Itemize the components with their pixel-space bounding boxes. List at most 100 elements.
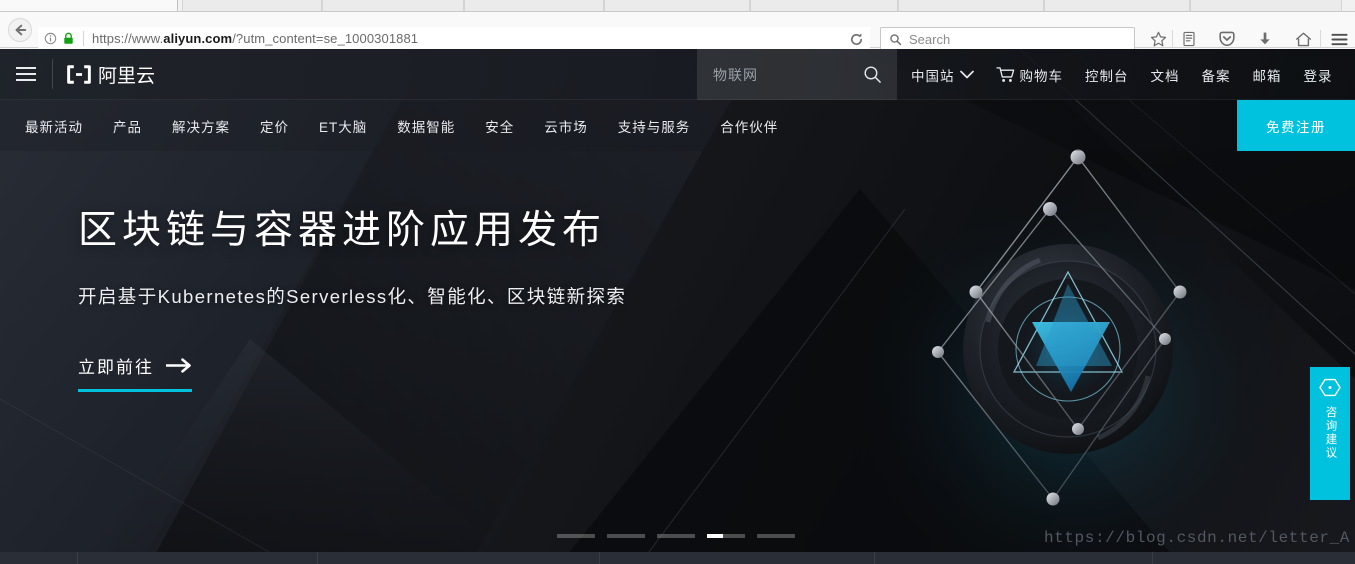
browser-toolbar: https://www.aliyun.com/?utm_content=se_1… — [0, 12, 1355, 51]
consult-hexagon-icon — [1319, 378, 1341, 397]
urlbar-separator — [83, 31, 84, 46]
header-item-label: 邮箱 — [1252, 68, 1282, 84]
next-section-strip — [0, 552, 1355, 564]
nav-item-label: 支持与服务 — [617, 119, 691, 135]
free-register-label: 免费注册 — [1266, 119, 1326, 135]
browser-tab[interactable] — [1044, 0, 1190, 11]
browser-tab[interactable] — [0, 0, 178, 11]
site-region-label: 中国站 — [911, 68, 955, 84]
downloads-button[interactable] — [1252, 27, 1278, 51]
hamburger-menu-button[interactable] — [0, 49, 52, 100]
url-text: https://www.aliyun.com/?utm_content=se_1… — [92, 31, 419, 46]
site-region-selector[interactable]: 中国站 — [900, 49, 985, 100]
browser-menu-button[interactable] — [1326, 27, 1352, 51]
site-search-placeholder: 物联网 — [713, 66, 758, 83]
next-section-cell — [78, 552, 318, 564]
next-section-cell — [0, 552, 78, 564]
browser-tab[interactable] — [898, 0, 1044, 11]
carousel-dot[interactable] — [557, 534, 595, 538]
library-icon — [1183, 31, 1195, 47]
bookmark-star-button[interactable] — [1145, 27, 1171, 51]
aliyun-bracket-icon — [67, 64, 91, 84]
browser-tab[interactable] — [1190, 0, 1342, 11]
bookmark-star-icon — [1150, 31, 1166, 46]
hero-cta-button[interactable]: 立即前往 — [78, 353, 192, 392]
header-item-login[interactable]: 登录 — [1293, 49, 1344, 100]
back-button[interactable] — [8, 18, 32, 42]
aliyun-triangle-logo-sphere — [932, 149, 1187, 506]
consult-widget-label: 咨询建议 — [1324, 406, 1337, 460]
browser-search-bar[interactable]: Search — [880, 27, 1135, 51]
nav-item-security[interactable]: 安全 — [470, 100, 529, 151]
next-section-cell — [318, 552, 600, 564]
aliyun-logo[interactable]: 阿里云 — [53, 61, 155, 88]
carousel-dot-active[interactable] — [707, 534, 745, 538]
site-nav-bar: 最新活动 产品 解决方案 定价 ET大脑 数据智能 安全 云市场 支持与服务 合… — [0, 100, 1355, 151]
nav-item-label: 最新活动 — [25, 119, 83, 135]
browser-tab-strip[interactable] — [0, 0, 1355, 12]
nav-item-latest-activity[interactable]: 最新活动 — [10, 100, 98, 151]
nav-item-label: 定价 — [260, 119, 289, 135]
header-item-icp[interactable]: 备案 — [1191, 49, 1242, 100]
nav-item-solutions[interactable]: 解决方案 — [157, 100, 245, 151]
toolbar-divider — [1172, 30, 1173, 48]
web-page-content: 阿里云 物联网 中国站 购物车 控制台 文档 备案 邮箱 登录 最新活动 产品 … — [0, 49, 1355, 564]
carousel-dot[interactable] — [657, 534, 695, 538]
nav-item-et-brain[interactable]: ET大脑 — [304, 100, 382, 151]
browser-tab[interactable] — [322, 0, 464, 11]
identity-box[interactable] — [38, 32, 75, 45]
pocket-icon — [1219, 31, 1235, 47]
header-item-label: 控制台 — [1085, 68, 1129, 84]
carousel-dot[interactable] — [757, 534, 795, 538]
reload-icon — [850, 33, 862, 45]
reload-button[interactable] — [843, 27, 869, 51]
nav-item-data-intelligence[interactable]: 数据智能 — [382, 100, 470, 151]
free-register-button[interactable]: 免费注册 — [1237, 100, 1355, 151]
home-button[interactable] — [1290, 27, 1316, 51]
nav-item-label: ET大脑 — [319, 119, 368, 135]
url-bar[interactable]: https://www.aliyun.com/?utm_content=se_1… — [38, 27, 870, 51]
nav-item-label: 安全 — [485, 119, 515, 135]
browser-tab[interactable] — [750, 0, 898, 11]
library-button[interactable] — [1176, 27, 1202, 51]
header-item-mail[interactable]: 邮箱 — [1242, 49, 1293, 100]
nav-item-pricing[interactable]: 定价 — [245, 100, 304, 151]
padlock-secure-icon — [64, 32, 73, 44]
nav-item-label: 数据智能 — [397, 119, 456, 135]
next-section-cell — [1153, 552, 1355, 564]
next-section-cell — [875, 552, 1153, 564]
consult-suggestion-widget[interactable]: 咨询建议 — [1310, 367, 1350, 500]
browser-tab[interactable] — [182, 0, 322, 11]
browser-tab[interactable] — [604, 0, 750, 11]
nav-item-label: 合作伙伴 — [720, 119, 779, 135]
site-search-box[interactable]: 物联网 — [697, 49, 897, 100]
nav-item-support[interactable]: 支持与服务 — [603, 100, 706, 151]
header-item-label: 登录 — [1303, 68, 1333, 84]
hero-artwork — [860, 144, 1280, 544]
carousel-indicators[interactable] — [557, 534, 795, 538]
header-item-label: 备案 — [1201, 68, 1231, 84]
nav-item-products[interactable]: 产品 — [98, 100, 157, 151]
chevron-down-icon — [959, 70, 974, 79]
carousel-dot[interactable] — [607, 534, 645, 538]
header-item-console[interactable]: 控制台 — [1074, 49, 1140, 100]
nav-item-marketplace[interactable]: 云市场 — [529, 100, 603, 151]
nav-item-label: 产品 — [113, 119, 142, 135]
home-icon — [1295, 32, 1311, 46]
info-icon — [44, 32, 57, 45]
toolbar-divider — [1320, 30, 1321, 48]
pocket-button[interactable] — [1214, 27, 1240, 51]
header-right-menu: 中国站 购物车 控制台 文档 备案 邮箱 登录 — [900, 49, 1344, 100]
back-arrow-icon — [15, 24, 27, 36]
menu-hamburger-icon — [1330, 33, 1348, 45]
browser-tab[interactable] — [464, 0, 604, 11]
header-item-docs[interactable]: 文档 — [1140, 49, 1191, 100]
site-header: 阿里云 物联网 中国站 购物车 控制台 文档 备案 邮箱 登录 — [0, 49, 1355, 100]
aliyun-logo-text: 阿里云 — [98, 64, 156, 87]
hero-title: 区块链与容器进阶应用发布 — [78, 208, 607, 253]
search-icon[interactable] — [863, 65, 882, 84]
hamburger-menu-icon — [16, 63, 36, 85]
shopping-cart-icon — [995, 67, 1014, 82]
nav-item-partners[interactable]: 合作伙伴 — [705, 100, 793, 151]
header-item-cart[interactable]: 购物车 — [985, 49, 1075, 100]
